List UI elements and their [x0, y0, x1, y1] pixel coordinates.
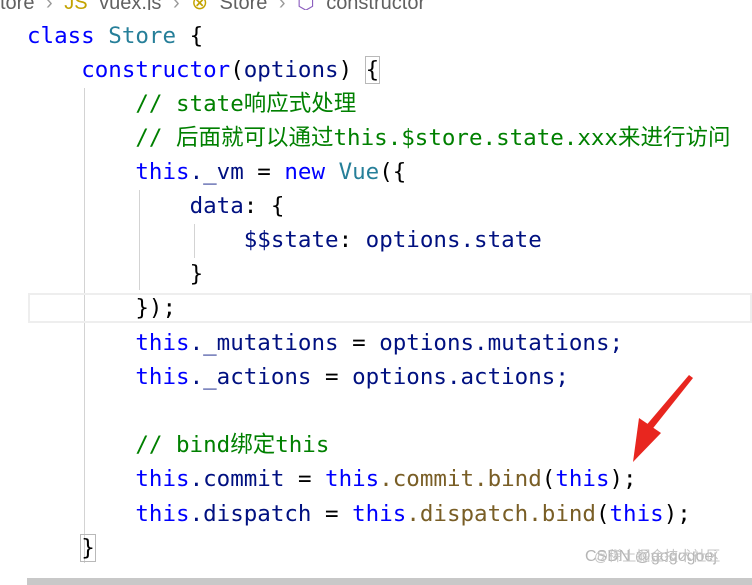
watermark-overlay: @稀土掘金技术社区 [594, 548, 721, 564]
horizontal-scrollbar[interactable] [27, 578, 752, 585]
red-arrow-annotation [633, 375, 693, 462]
